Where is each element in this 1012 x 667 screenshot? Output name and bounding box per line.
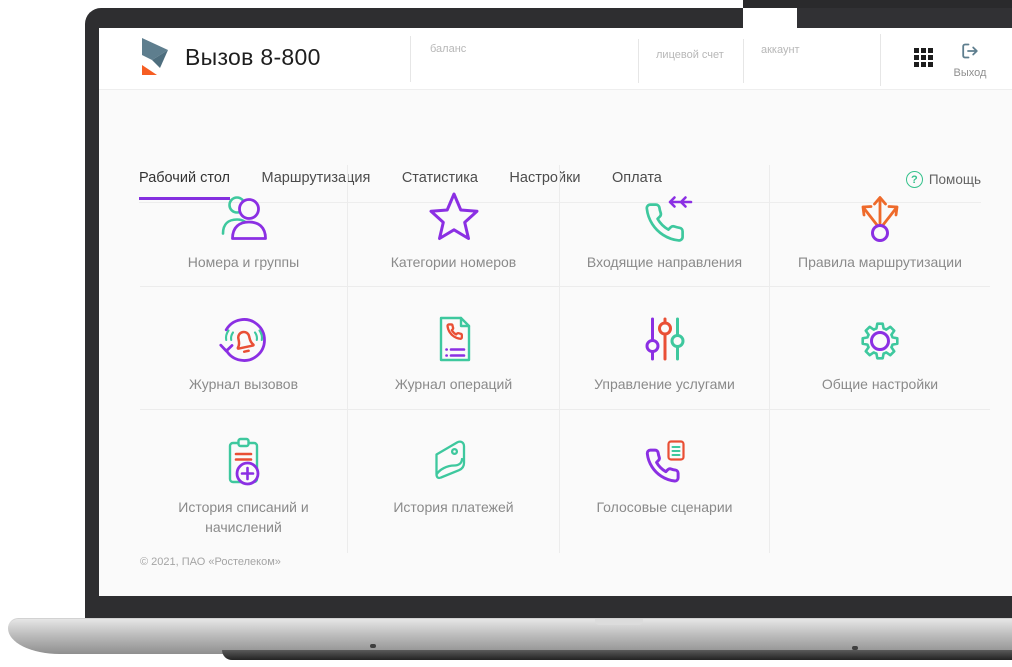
call-log-icon bbox=[218, 318, 266, 362]
header-divider bbox=[880, 34, 881, 86]
tile-label: Категории номеров bbox=[390, 254, 517, 270]
tile-label: Журнал вызовов bbox=[188, 376, 299, 392]
header-divider bbox=[638, 39, 639, 83]
star-icon bbox=[429, 192, 478, 240]
header-divider bbox=[743, 39, 744, 83]
tile-incoming-directions[interactable]: Входящие направления bbox=[560, 165, 770, 287]
rostelecom-logo-icon bbox=[142, 38, 168, 75]
balance-label: баланс bbox=[430, 43, 467, 55]
users-icon bbox=[221, 196, 267, 240]
laptop-base-underside bbox=[222, 650, 1012, 660]
tile-label: Входящие направления bbox=[586, 254, 743, 270]
logout-button[interactable]: Выход bbox=[944, 41, 996, 79]
voice-scripts-icon bbox=[645, 440, 685, 483]
tile-label: Номера и группы bbox=[187, 254, 300, 270]
tile-service-management[interactable]: Управление услугами bbox=[560, 287, 770, 410]
laptop-bezel-notch bbox=[743, 8, 797, 28]
tile-label: Голосовые сценарии bbox=[596, 499, 733, 515]
tile-operations-log[interactable]: Журнал операций bbox=[348, 287, 560, 410]
laptop-mockup: Вызов 8-800 баланс лицевой счет аккаунт bbox=[0, 0, 1012, 667]
operations-log-icon bbox=[439, 316, 470, 362]
laptop-screen: Вызов 8-800 баланс лицевой счет аккаунт bbox=[99, 28, 1012, 596]
main-content: Рабочий стол Маршрутизация Статистика На… bbox=[99, 90, 1012, 596]
sliders-icon bbox=[645, 317, 684, 361]
tile-call-log[interactable]: Журнал вызовов bbox=[140, 287, 348, 410]
logout-icon bbox=[962, 43, 978, 59]
tile-label: История платежей bbox=[393, 499, 514, 515]
tile-general-settings[interactable]: Общие настройки bbox=[770, 287, 990, 410]
app-title: Вызов 8-800 bbox=[185, 43, 321, 70]
tile-label: Управление услугами bbox=[594, 376, 735, 392]
account-label: аккаунт bbox=[761, 44, 800, 56]
tile-voice-scenarios[interactable]: Голосовые сценарии bbox=[560, 410, 770, 553]
apps-grid-icon[interactable] bbox=[914, 48, 934, 68]
gear-icon bbox=[861, 322, 899, 360]
empty-grid-cell bbox=[770, 410, 990, 553]
wallet-icon bbox=[434, 440, 465, 480]
personal-account-label: лицевой счет bbox=[656, 49, 724, 61]
tile-number-categories[interactable]: Категории номеров bbox=[348, 165, 560, 287]
laptop-base-latch bbox=[595, 619, 643, 625]
laptop-base bbox=[8, 618, 1012, 654]
incoming-call-icon bbox=[644, 196, 692, 242]
header-divider bbox=[410, 36, 411, 82]
dashboard-tile-grid: Номера и группы Категории номеров Входящ… bbox=[140, 165, 990, 553]
tile-label: Журнал операций bbox=[394, 376, 513, 392]
tile-routing-rules[interactable]: Правила маршрутизации bbox=[770, 165, 990, 287]
laptop-bezel-right bbox=[797, 8, 1012, 28]
laptop-foot-dot bbox=[852, 646, 858, 650]
logout-label: Выход bbox=[953, 67, 987, 79]
tile-label: Общие настройки bbox=[821, 376, 939, 392]
copyright-text: © 2021, ПАО «Ростелеком» bbox=[140, 556, 281, 568]
tile-label: История списаний и начислений bbox=[178, 499, 309, 536]
tile-label: Правила маршрутизации bbox=[798, 254, 962, 270]
laptop-foot-dot bbox=[370, 644, 376, 648]
tile-charges-history[interactable]: История списаний и начислений bbox=[140, 410, 348, 553]
routing-icon bbox=[861, 196, 899, 242]
app-header: Вызов 8-800 баланс лицевой счет аккаунт bbox=[99, 28, 1012, 90]
tile-numbers-and-groups[interactable]: Номера и группы bbox=[140, 165, 348, 287]
charges-history-icon bbox=[228, 437, 259, 486]
brand-logo[interactable]: Вызов 8-800 bbox=[139, 37, 321, 77]
tile-payment-history[interactable]: История платежей bbox=[348, 410, 560, 553]
